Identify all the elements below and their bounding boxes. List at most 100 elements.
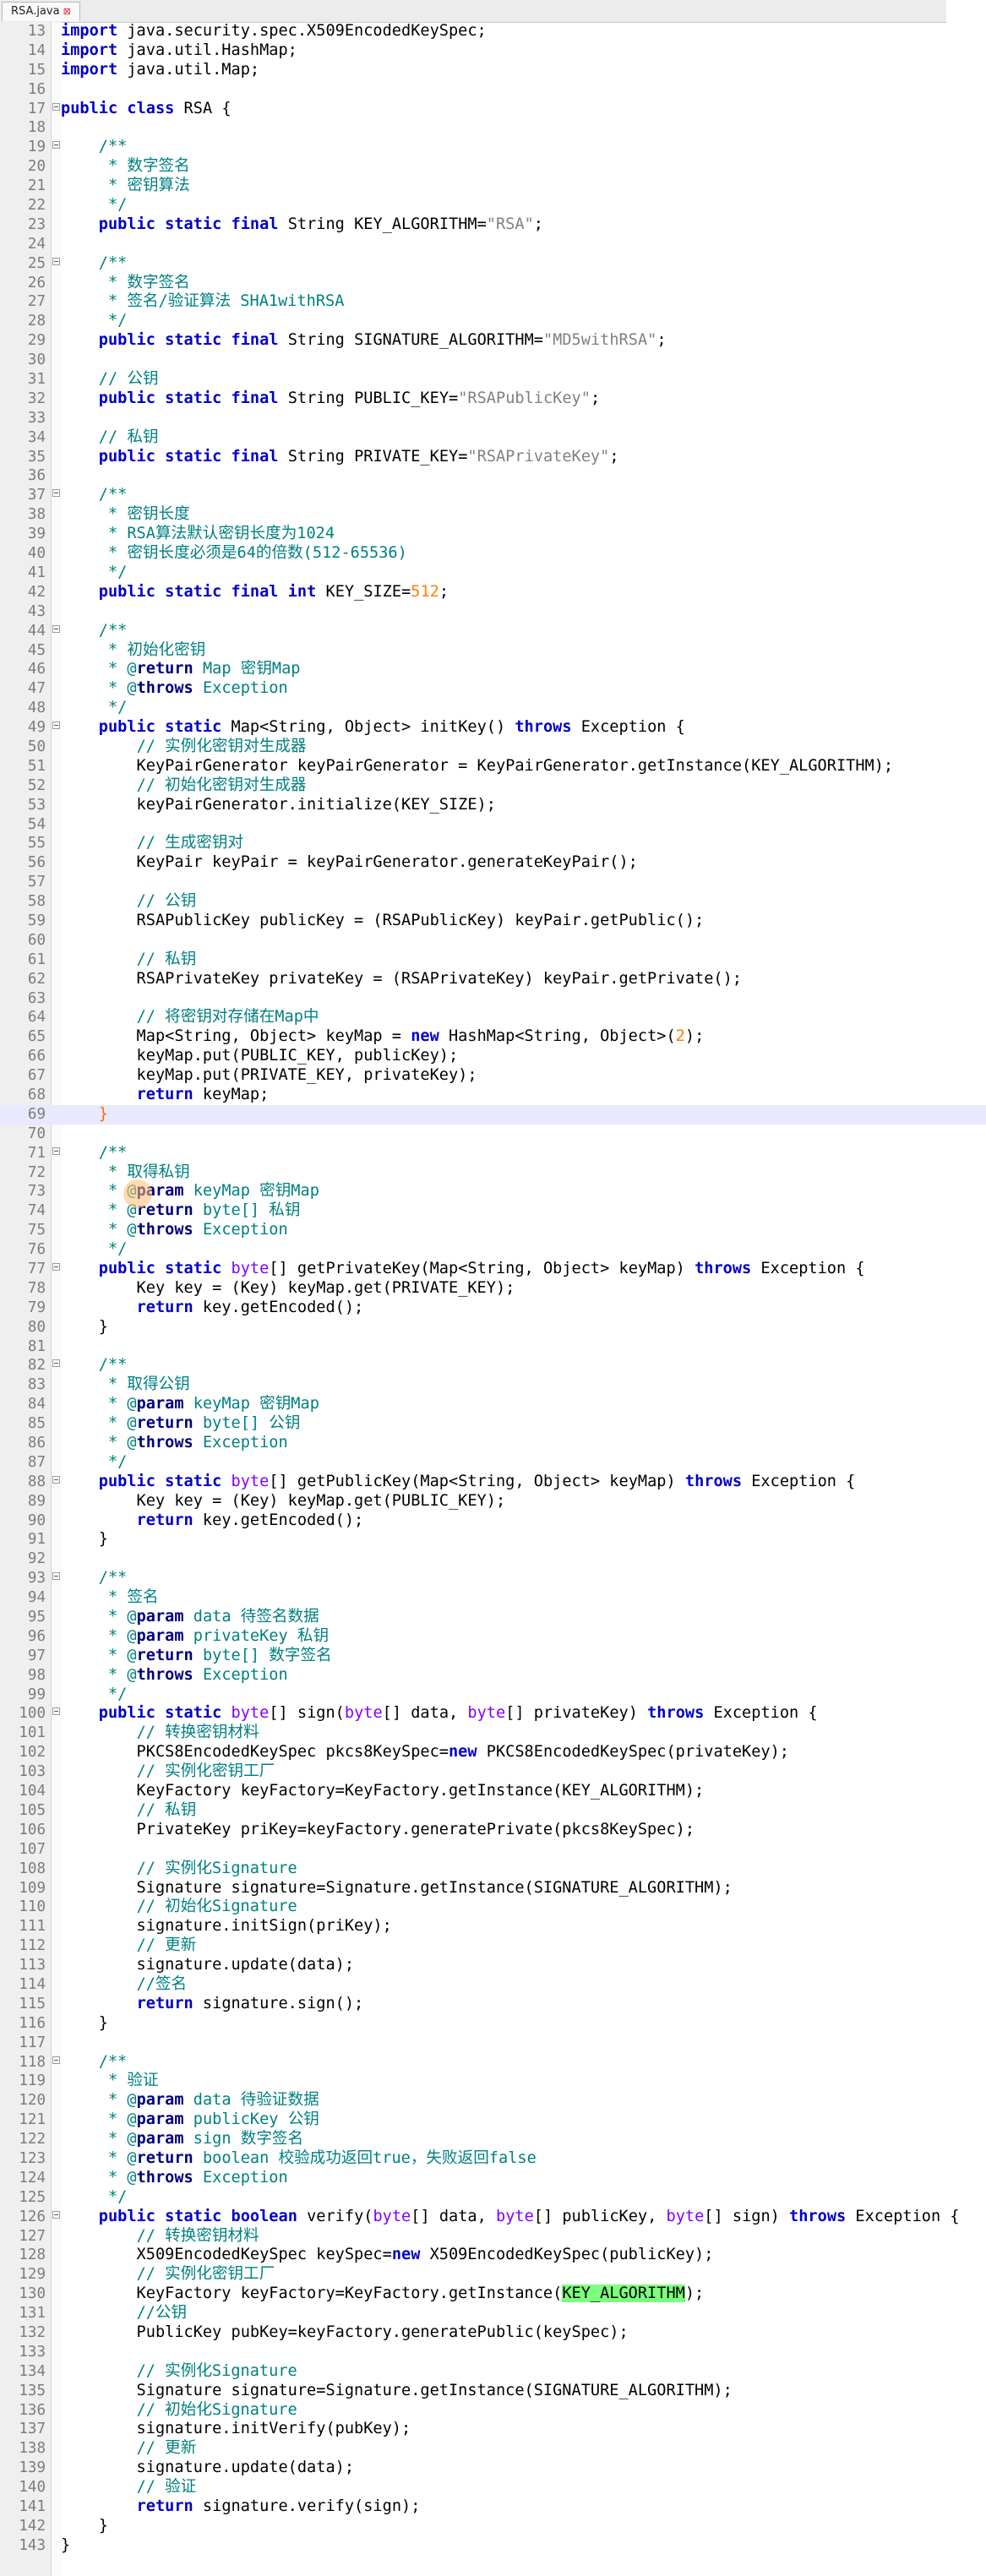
code-line[interactable]: 24 xyxy=(0,235,986,254)
code-line[interactable]: 142 } xyxy=(0,2517,986,2536)
fold-toggle-icon[interactable] xyxy=(52,1263,60,1271)
code-line[interactable]: 61 // 私钥 xyxy=(0,950,986,970)
code-line[interactable]: 117 xyxy=(0,2034,986,2053)
code-line[interactable]: 55 // 生成密钥对 xyxy=(0,834,986,853)
code-line[interactable]: 44 /** xyxy=(0,622,986,641)
code-line[interactable]: 113 signature.update(data); xyxy=(0,1956,986,1975)
code-line[interactable]: 94 * 签名 xyxy=(0,1588,986,1608)
code-line[interactable]: 16 xyxy=(0,80,986,100)
code-line[interactable]: 126 public static boolean verify(byte[] … xyxy=(0,2208,986,2227)
code-line[interactable]: 98 * @throws Exception xyxy=(0,1666,986,1686)
code-line[interactable]: 31 // 公钥 xyxy=(0,370,986,389)
code-line[interactable]: 100 public static byte[] sign(byte[] dat… xyxy=(0,1704,986,1724)
code-line[interactable]: 33 xyxy=(0,409,986,428)
code-line[interactable]: 82 /** xyxy=(0,1356,986,1375)
code-line[interactable]: 108 // 实例化Signature xyxy=(0,1860,986,1879)
code-line[interactable]: 134 // 实例化Signature xyxy=(0,2362,986,2382)
code-line[interactable]: 57 xyxy=(0,873,986,892)
code-line[interactable]: 77 public static byte[] getPrivateKey(Ma… xyxy=(0,1260,986,1279)
code-line[interactable]: 88 public static byte[] getPublicKey(Map… xyxy=(0,1473,986,1492)
code-line[interactable]: 131 //公钥 xyxy=(0,2304,986,2323)
code-line[interactable]: 50 // 实例化密钥对生成器 xyxy=(0,738,986,757)
code-line[interactable]: 121 * @param publicKey 公钥 xyxy=(0,2110,986,2130)
code-line[interactable]: 109 Signature signature=Signature.getIns… xyxy=(0,1879,986,1898)
code-line[interactable]: 133 xyxy=(0,2343,986,2362)
code-line[interactable]: 25 /** xyxy=(0,254,986,274)
close-icon[interactable]: ⊠ xyxy=(63,6,71,17)
code-line[interactable]: 81 xyxy=(0,1337,986,1357)
code-line[interactable]: 64 // 将密钥对存储在Map中 xyxy=(0,1008,986,1027)
code-line[interactable]: 63 xyxy=(0,989,986,1009)
code-line[interactable]: 111 signature.initSign(priKey); xyxy=(0,1917,986,1936)
code-line[interactable]: 129 // 实例化密钥工厂 xyxy=(0,2265,986,2285)
code-line[interactable]: 115 return signature.sign(); xyxy=(0,1995,986,2014)
code-line[interactable]: 112 // 更新 xyxy=(0,1936,986,1956)
code-line[interactable]: 79 return key.getEncoded(); xyxy=(0,1299,986,1318)
code-line[interactable]: 28 */ xyxy=(0,312,986,331)
code-line[interactable]: 34 // 私钥 xyxy=(0,428,986,448)
code-line[interactable]: 76 */ xyxy=(0,1240,986,1260)
code-line[interactable]: 116 } xyxy=(0,2014,986,2034)
fold-toggle-icon[interactable] xyxy=(52,2210,60,2219)
code-line[interactable]: 102 PKCS8EncodedKeySpec pkcs8KeySpec=new… xyxy=(0,1743,986,1762)
code-line[interactable]: 46 * @return Map 密钥Map xyxy=(0,660,986,679)
code-line[interactable]: 96 * @param privateKey 私钥 xyxy=(0,1627,986,1647)
fold-toggle-icon[interactable] xyxy=(52,1572,60,1581)
code-line[interactable]: 62 RSAPrivateKey privateKey = (RSAPrivat… xyxy=(0,970,986,989)
code-line[interactable]: 47 * @throws Exception xyxy=(0,679,986,699)
code-line[interactable]: 136 // 初始化Signature xyxy=(0,2401,986,2421)
code-line[interactable]: 130 KeyFactory keyFactory=KeyFactory.get… xyxy=(0,2285,986,2304)
fold-toggle-icon[interactable] xyxy=(52,489,60,498)
code-line[interactable]: 53 keyPairGenerator.initialize(KEY_SIZE)… xyxy=(0,796,986,815)
code-line[interactable]: 22 */ xyxy=(0,196,986,215)
code-line[interactable]: 90 return key.getEncoded(); xyxy=(0,1511,986,1531)
code-line[interactable]: 138 // 更新 xyxy=(0,2439,986,2459)
code-line[interactable]: 23 public static final String KEY_ALGORI… xyxy=(0,215,986,235)
fold-toggle-icon[interactable] xyxy=(52,1146,60,1155)
code-line[interactable]: 107 xyxy=(0,1840,986,1860)
code-line[interactable]: 66 keyMap.put(PUBLIC_KEY, publicKey); xyxy=(0,1047,986,1066)
code-area[interactable]: 13 import java.security.spec.X509EncodedK… xyxy=(0,22,986,2556)
code-line[interactable]: 89 Key key = (Key) keyMap.get(PUBLIC_KEY… xyxy=(0,1492,986,1511)
code-line[interactable]: 37 /** xyxy=(0,486,986,505)
code-line[interactable]: 30 xyxy=(0,351,986,370)
code-line[interactable]: 95 * @param data 待签名数据 xyxy=(0,1608,986,1627)
code-line[interactable]: 14 import java.util.HashMap; xyxy=(0,41,986,61)
code-line[interactable]: 141 return signature.verify(sign); xyxy=(0,2497,986,2517)
code-line[interactable]: 92 xyxy=(0,1549,986,1569)
code-line[interactable]: 17 public class RSA { xyxy=(0,100,986,119)
code-line[interactable]: 69 } xyxy=(0,1104,986,1125)
code-line[interactable]: 51 KeyPairGenerator keyPairGenerator = K… xyxy=(0,757,986,776)
code-line[interactable]: 42 public static final int KEY_SIZE=512; xyxy=(0,583,986,602)
code-line[interactable]: 118 /** xyxy=(0,2053,986,2072)
code-line[interactable]: 120 * @param data 待验证数据 xyxy=(0,2091,986,2110)
code-line[interactable]: 124 * @throws Exception xyxy=(0,2169,986,2188)
code-line[interactable]: 67 keyMap.put(PRIVATE_KEY, privateKey); xyxy=(0,1066,986,1086)
fold-toggle-icon[interactable] xyxy=(52,1475,60,1484)
code-line[interactable]: 127 // 转换密钥材料 xyxy=(0,2227,986,2247)
code-line[interactable]: 43 xyxy=(0,602,986,622)
code-line[interactable]: 132 PublicKey pubKey=keyFactory.generate… xyxy=(0,2323,986,2343)
fold-toggle-icon[interactable] xyxy=(52,1707,60,1716)
code-line[interactable]: 123 * @return boolean 校验成功返回true，失败返回fal… xyxy=(0,2149,986,2169)
code-line[interactable]: 27 * 签名/验证算法 SHA1withRSA xyxy=(0,292,986,312)
code-line[interactable]: 60 xyxy=(0,931,986,950)
code-line[interactable]: 80 } xyxy=(0,1318,986,1337)
code-line[interactable]: 75 * @throws Exception xyxy=(0,1221,986,1240)
code-line[interactable]: 18 xyxy=(0,118,986,138)
code-line[interactable]: 39 * RSA算法默认密钥长度为1024 xyxy=(0,525,986,544)
code-line[interactable]: 13 import java.security.spec.X509EncodedK… xyxy=(0,22,986,41)
code-line[interactable]: 35 public static final String PRIVATE_KE… xyxy=(0,448,986,467)
code-line[interactable]: 78 Key key = (Key) keyMap.get(PRIVATE_KE… xyxy=(0,1279,986,1299)
code-line[interactable]: 38 * 密钥长度 xyxy=(0,505,986,525)
code-line[interactable]: 21 * 密钥算法 xyxy=(0,177,986,196)
tab-rsa-java[interactable]: RSA.java ⊠ xyxy=(2,2,80,21)
code-line[interactable]: 85 * @return byte[] 公钥 xyxy=(0,1414,986,1434)
fold-toggle-icon[interactable] xyxy=(52,257,60,265)
code-line[interactable]: 15 import java.util.Map; xyxy=(0,61,986,80)
code-line[interactable]: 137 signature.initVerify(pubKey); xyxy=(0,2420,986,2439)
code-line[interactable]: 86 * @throws Exception xyxy=(0,1434,986,1453)
code-line[interactable]: 110 // 初始化Signature xyxy=(0,1898,986,1917)
code-line[interactable]: 97 * @return byte[] 数字签名 xyxy=(0,1647,986,1666)
fold-toggle-icon[interactable] xyxy=(52,102,60,111)
